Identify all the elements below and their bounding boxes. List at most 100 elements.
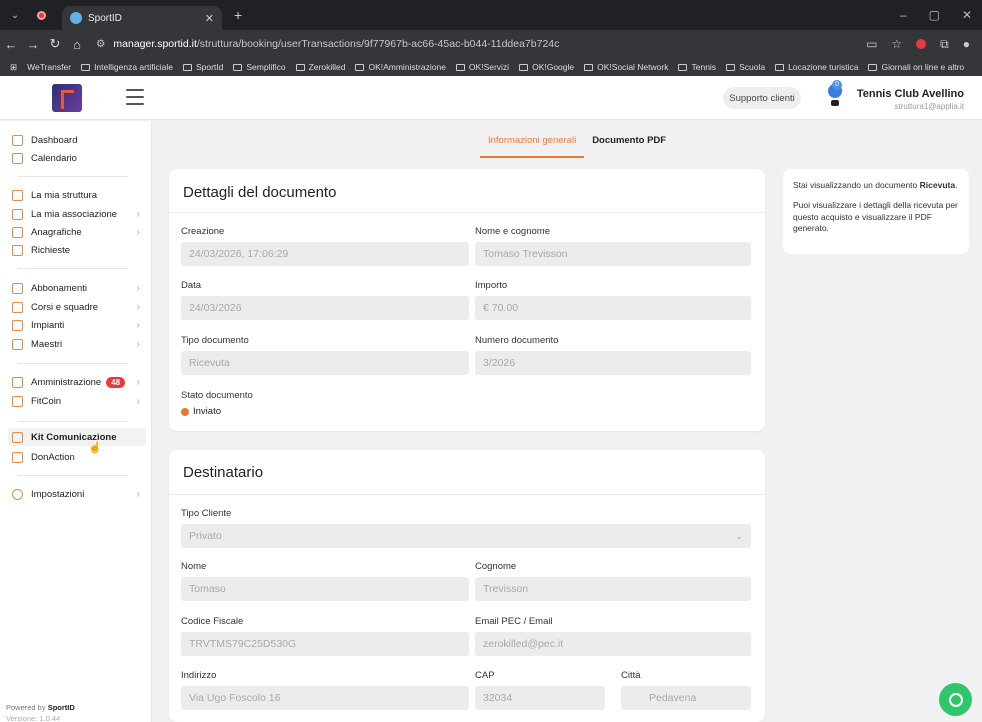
bookmark-folder[interactable]: Semplifico [233,62,286,72]
name-label: Nome e cognome [475,226,550,237]
folder-icon [355,63,365,71]
folder-icon [455,63,465,71]
folder-icon [81,63,91,71]
url-field[interactable]: ⚙ manager.sportid.it /struttura/booking/… [96,33,866,55]
doc-number-label: Numero documento [475,335,559,346]
sidebar-item-struttura[interactable]: La mia struttura [12,186,146,204]
facility-icon [12,319,23,331]
sidebar-item-maestri[interactable]: Maestri › [12,335,146,353]
bookmark-folder[interactable]: OK!Amministrazione [355,62,446,72]
browser-tab-title: SportID [88,12,122,24]
bookmark-folder[interactable]: OK!Google [519,62,574,72]
admin-count-badge: 48 [106,376,126,388]
bookmark-folder[interactable]: Locazione turistica [775,62,858,72]
apps-icon[interactable]: ⊞ [10,62,17,73]
bookmark-folder[interactable]: SportId [182,62,223,72]
recipient-card: Destinatario Tipo Cliente Privato ⌄ Nome… [169,450,765,722]
cap-field: 32034 [475,686,605,710]
browser-tab[interactable]: SportID ✕ [62,6,222,30]
sidebar-item-dashboard[interactable]: Dashboard [12,131,146,149]
folder-icon [295,63,305,71]
new-tab-icon[interactable]: + [234,7,242,23]
coach-icon [12,338,23,350]
bookmark-star-icon[interactable]: ☆ [891,37,902,51]
bookmark-folder[interactable]: OK!Servizi [455,62,509,72]
sidebar-item-donaction[interactable]: DonAction [12,448,146,466]
reload-icon[interactable]: ↻ [44,36,66,52]
bookmark-folder[interactable]: OK!Social Network [584,62,668,72]
sidebar-item-calendario[interactable]: Calendario [12,149,146,167]
extensions-puzzle-icon[interactable]: ⧉ [940,37,949,52]
sidebar-item-impianti[interactable]: Impianti › [12,316,146,334]
sidebar-item-abbonamenti[interactable]: Abbonamenti › [12,279,146,297]
extension-icon[interactable] [916,39,927,49]
address-field: Via Ugo Foscolo 16 [181,686,469,710]
bookmark-wetransfer[interactable]: WeTransfer [27,62,71,72]
close-tab-icon[interactable]: ✕ [205,12,214,25]
info-card: Stai visualizzando un documento Ricevuta… [783,169,969,254]
tab-search-icon[interactable]: ⌄ [4,4,26,26]
menu-toggle-icon[interactable] [126,89,144,105]
whatsapp-button[interactable] [939,683,972,716]
bookmark-folder[interactable]: Intelligenza artificiale [81,62,173,72]
profile-icon[interactable]: ● [963,37,970,51]
sidebar-item-amministrazione[interactable]: Amministrazione 48 › [12,373,146,391]
folder-icon [775,63,785,71]
creation-label: Creazione [181,226,225,237]
recording-icon[interactable] [30,4,52,26]
club-name[interactable]: Tennis Club Avellino [857,88,964,100]
sidebar-item-impostazioni[interactable]: Impostazioni › [12,485,146,503]
home-icon [12,134,23,146]
chevron-right-icon: › [136,488,140,500]
club-email: struttura1@applia.it [894,102,965,111]
settings-icon [12,488,23,500]
email-field: zerokilled@pec.it [475,632,751,656]
sidebar-item-corsi[interactable]: Corsi e squadre › [12,298,146,316]
sidebar-item-associazione[interactable]: La mia associazione › [12,205,146,223]
minimize-icon[interactable]: – [900,8,907,22]
bookmark-folder[interactable]: Tennis [678,62,716,72]
sidebar-item-anagrafiche[interactable]: Anagrafiche › [12,223,146,241]
home-icon[interactable]: ⌂ [66,37,88,52]
tab-informazioni-generali[interactable]: Informazioni generali [480,133,585,158]
cap-label: CAP [475,670,495,681]
forward-icon[interactable]: → [22,37,44,52]
powered-by: Powered by SportID [6,703,75,712]
sportid-logo[interactable] [52,84,82,112]
date-label: Data [181,280,202,291]
chevron-right-icon: › [136,282,140,294]
maximize-icon[interactable]: ▢ [929,8,940,22]
last-name-field: Trevisson [475,577,751,601]
mouse-cursor-icon: ☝ [88,442,102,454]
sidebar-item-richieste[interactable]: Richieste [12,241,146,259]
close-window-icon[interactable]: ✕ [962,8,972,22]
folder-icon [678,63,688,71]
card-divider [169,212,765,213]
sidebar-divider [18,363,128,364]
date-field: 24/03/2026 [181,296,469,320]
bookmark-folder[interactable]: Zerokilled [295,62,345,72]
cast-icon[interactable]: ▭ [866,37,877,51]
support-button[interactable]: Supporto clienti [723,87,801,109]
whatsapp-icon [948,692,963,707]
bookmark-folder[interactable]: Giornali on line e altro [868,62,964,72]
association-icon [12,208,23,220]
sidebar-item-kit-comunicazione[interactable]: Kit Comunicazione [8,428,146,446]
status-dot-icon [181,407,189,416]
bookmark-folder[interactable]: Scuola [726,62,765,72]
info-doc-type: Ricevuta [919,180,956,190]
url-host: manager.sportid.it [113,38,197,50]
sidebar-divider [18,421,128,422]
requests-icon [12,244,23,256]
amount-field: € 70.00 [475,296,751,320]
tax-code-label: Codice Fiscale [181,616,244,627]
back-icon[interactable]: ← [0,37,22,52]
sidebar-item-fitcoin[interactable]: FitCoin › [12,392,146,410]
info-line-1: Stai visualizzando un documento Ricevuta… [793,180,958,190]
card-divider [169,494,765,495]
bookmarks-bar: ⊞ WeTransfer Intelligenza artificiale Sp… [0,58,982,76]
tab-documento-pdf[interactable]: Documento PDF [584,133,674,158]
address-label: Indirizzo [181,670,217,681]
amount-label: Importo [475,280,508,291]
site-settings-icon[interactable]: ⚙ [96,38,105,50]
